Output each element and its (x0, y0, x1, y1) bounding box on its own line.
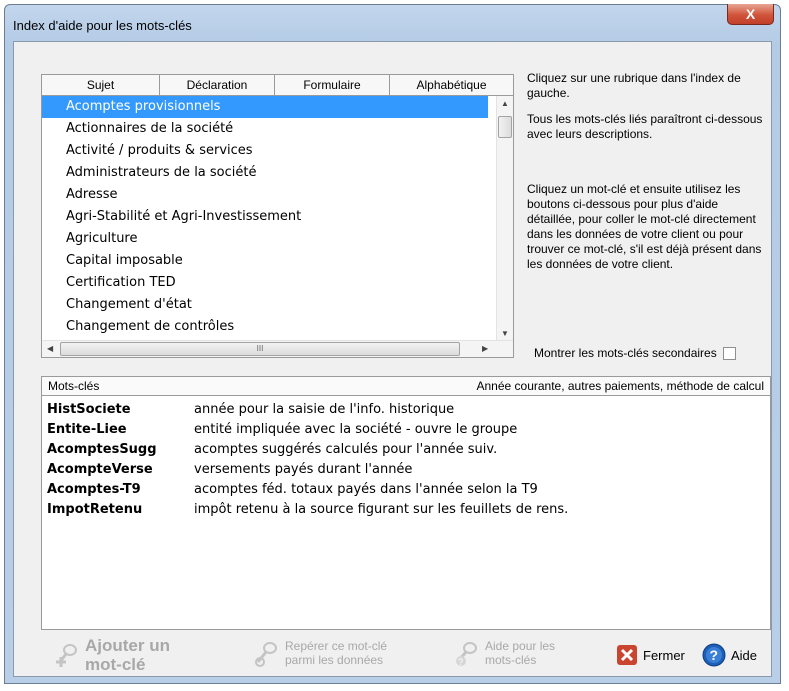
keyword-name: HistSociete (47, 402, 131, 417)
keyword-help-dialog: Index d'aide pour les mots-clés X Sujet … (4, 4, 781, 684)
keyword-name: AcomptesSugg (47, 442, 157, 457)
close-x-icon (617, 645, 637, 665)
window-close-button[interactable]: X (727, 4, 774, 25)
topic-list-item[interactable]: Certification TED (42, 272, 488, 294)
keyword-row[interactable]: HistSociete année pour la saisie de l'inf… (42, 402, 770, 422)
keyword-name: ImpotRetenu (47, 502, 143, 517)
tab-formulaire[interactable]: Formulaire (275, 75, 390, 95)
keyword-help-label: Aide pour les mots-clés (485, 639, 555, 667)
keyword-row[interactable]: AcomptesSugg acomptes suggérés calculés p… (42, 442, 770, 462)
keyword-name: Entite-Liee (47, 422, 127, 437)
keyword-row[interactable]: Entite-Liee entité impliquée avec la soci… (42, 422, 770, 442)
find-keyword-button[interactable]: Repérer ce mot-clé parmi les données (251, 638, 387, 668)
index-tabs: Sujet Déclaration Formulaire Alphabétiqu… (41, 74, 514, 96)
topic-list-vertical-scrollbar[interactable]: ▲ ▼ (496, 96, 513, 341)
dialog-body: Sujet Déclaration Formulaire Alphabétiqu… (13, 41, 772, 677)
topic-list-item[interactable]: Agri-Stabilité et Agri-Investissement (42, 206, 488, 228)
keyword-help-line-1: Aide pour les (485, 639, 556, 653)
scroll-left-arrow[interactable]: ◀ (47, 344, 53, 353)
keyword-description: entité impliquée avec la société - ouvre… (194, 422, 518, 437)
window-title: Index d'aide pour les mots-clés (13, 18, 192, 33)
scroll-up-arrow[interactable]: ▲ (501, 99, 509, 108)
scroll-thumb-grip: III (256, 344, 264, 353)
topic-list[interactable]: Acomptes provisionnels Actionnaires de la… (41, 96, 514, 358)
close-button[interactable]: Fermer (616, 644, 685, 666)
keyword-name: Acomptes-T9 (47, 482, 141, 497)
add-keyword-icon (56, 644, 77, 667)
keywords-column-label: Mots-clés (48, 379, 100, 393)
keyword-description: acomptes suggérés calculés pour l'année … (194, 442, 498, 457)
tab-declaration[interactable]: Déclaration (160, 75, 275, 95)
secondary-keywords-option[interactable]: Montrer les mots-clés secondaires (534, 346, 736, 360)
topic-list-item[interactable]: Acomptes provisionnels (42, 96, 488, 118)
topic-list-items: Acomptes provisionnels Actionnaires de la… (42, 96, 488, 341)
topic-list-item[interactable]: Activité / produits & services (42, 140, 488, 162)
keyword-list[interactable]: HistSociete année pour la saisie de l'inf… (41, 396, 771, 630)
help-question-icon: ? (702, 643, 726, 667)
keyword-help-icon: ? (456, 642, 477, 667)
scroll-down-arrow[interactable]: ▼ (501, 329, 509, 338)
scroll-right-arrow[interactable]: ▶ (482, 344, 488, 353)
horizontal-scroll-thumb[interactable]: III (60, 342, 460, 356)
add-keyword-line-2: mot-clé (85, 655, 146, 674)
vertical-scroll-thumb[interactable] (498, 116, 512, 138)
svg-text:?: ? (458, 657, 463, 667)
topic-list-item[interactable]: Adresse (42, 184, 488, 206)
close-label: Fermer (643, 647, 685, 663)
tab-alphabetique[interactable]: Alphabétique (390, 75, 513, 95)
svg-text:?: ? (710, 647, 719, 663)
keyword-description: versements payés durant l'année (194, 462, 413, 477)
keyword-row[interactable]: AcompteVerse versements payés durant l'an… (42, 462, 770, 482)
keyword-description: impôt retenu à la source figurant sur le… (194, 502, 569, 517)
keyword-row[interactable]: ImpotRetenu impôt retenu à la source figu… (42, 502, 770, 522)
topic-list-item[interactable]: Changement d'état (42, 294, 488, 316)
tab-sujet[interactable]: Sujet (42, 75, 160, 95)
topic-list-item[interactable]: Capital imposable (42, 250, 488, 272)
find-keyword-line-1: Repérer ce mot-clé (285, 639, 388, 653)
help-label: Aide (731, 647, 758, 663)
keyword-help-line-2: mots-clés (485, 653, 537, 667)
bottom-toolbar: Ajouter un mot-clé Repérer ce mot-clé pa… (41, 636, 771, 676)
find-keyword-label: Repérer ce mot-clé parmi les données (285, 639, 387, 667)
info-text-1: Cliquez sur une rubrique dans l'index de… (527, 71, 741, 100)
keyword-description: année pour la saisie de l'info. historiq… (194, 402, 455, 417)
info-text-3: Cliquez un mot-clé et ensuite utilisez l… (527, 182, 762, 271)
find-keyword-line-2: parmi les données (285, 653, 384, 667)
info-text-2: Tous les mots-clés liés paraîtront ci-de… (527, 112, 763, 141)
secondary-keywords-checkbox[interactable] (722, 346, 736, 360)
keyword-help-button[interactable]: ? Aide pour les mots-clés (451, 638, 555, 668)
selected-topic-path: Année courante, autres paiements, méthod… (476, 379, 764, 393)
add-keyword-button[interactable]: Ajouter un mot-clé (51, 636, 170, 674)
topic-list-horizontal-scrollbar[interactable]: ◀ III ▶ (42, 340, 513, 357)
help-button[interactable]: ? Aide (702, 643, 757, 667)
keyword-row[interactable]: Acomptes-T9 acomptes féd. totaux payés da… (42, 482, 770, 502)
topic-list-item[interactable]: Administrateurs de la société (42, 162, 488, 184)
topic-list-item[interactable]: Changement de contrôles (42, 316, 488, 338)
keywords-header: Mots-clés Année courante, autres paiemen… (41, 376, 771, 396)
topic-list-item[interactable]: Agriculture (42, 228, 488, 250)
topic-list-item[interactable]: Actionnaires de la société (42, 118, 488, 140)
title-bar[interactable]: Index d'aide pour les mots-clés X (5, 4, 780, 41)
secondary-keywords-label: Montrer les mots-clés secondaires (534, 346, 717, 360)
add-keyword-label: Ajouter un mot-clé (85, 636, 170, 674)
add-keyword-line-1: Ajouter un (85, 636, 170, 655)
keyword-name: AcompteVerse (47, 462, 153, 477)
keyword-description: acomptes féd. totaux payés dans l'année … (194, 482, 538, 497)
find-keyword-icon (255, 642, 277, 667)
